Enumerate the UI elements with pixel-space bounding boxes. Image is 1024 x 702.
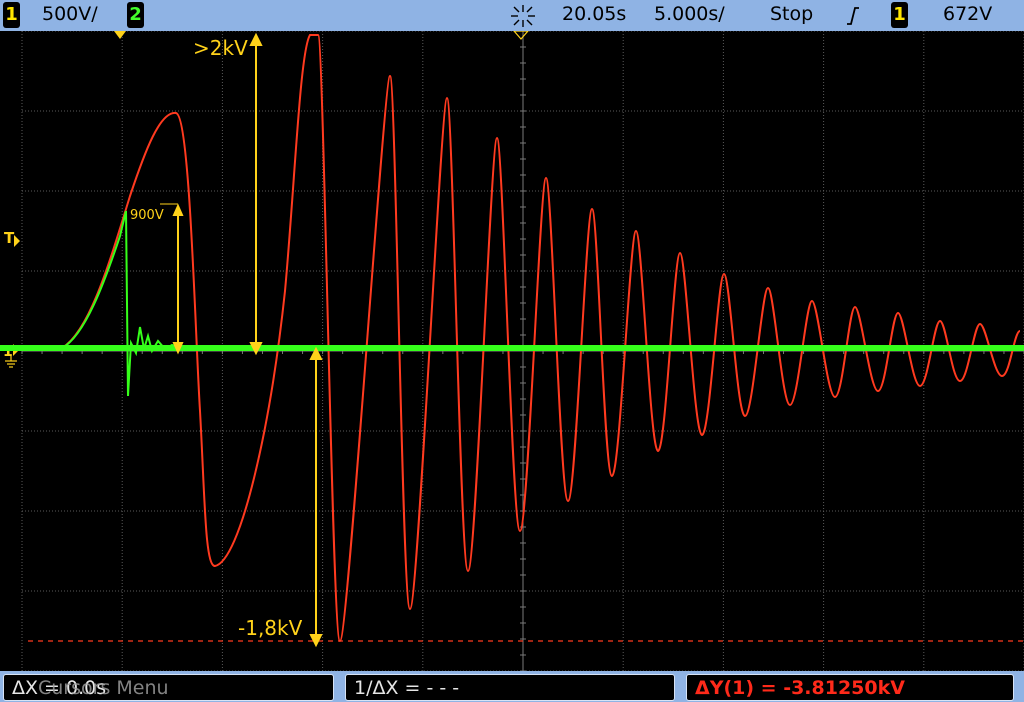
waveform-display[interactable]: T 1 >2kV 900V -1,8kV <box>0 30 1024 672</box>
annotation-bottom: -1,8kV <box>238 616 303 640</box>
trigger-arrow <box>14 235 20 247</box>
trigger-level-marker: T <box>4 229 15 247</box>
softkey-delta-y[interactable]: ΔY(1) = -3.81250kV <box>686 674 1014 701</box>
channel1-scale[interactable]: 500V/ <box>42 3 98 25</box>
time-scale[interactable]: 5.000s/ <box>654 3 725 25</box>
time-offset[interactable]: 20.05s <box>562 3 626 25</box>
softkey-bar: ΔX = 0.0s Cursors Menu 1/ΔX = - - - ΔY(1… <box>0 671 1024 702</box>
starburst-icon[interactable] <box>510 4 536 33</box>
run-state[interactable]: Stop <box>770 3 813 25</box>
rising-edge-icon[interactable] <box>846 5 860 32</box>
status-bar: 1 500V/ 2 20.05s 5.000s/ Stop 1 672V <box>0 0 1024 31</box>
annotation-top: >2kV <box>193 36 248 60</box>
softkey-inverse-delta-x[interactable]: 1/ΔX = - - - <box>345 674 675 701</box>
channel1-waveform <box>22 34 1021 643</box>
trigger-position-marker <box>114 31 126 39</box>
trigger-level[interactable]: 672V <box>943 3 992 25</box>
center-marker <box>512 30 530 40</box>
softkey-delta-x[interactable]: ΔX = 0.0s Cursors Menu <box>3 674 334 701</box>
channel2-button[interactable]: 2 <box>127 2 144 28</box>
annotation-900: 900V <box>130 208 164 223</box>
waveform-graticule: T 1 >2kV 900V -1,8kV <box>0 30 1024 672</box>
channel1-button[interactable]: 1 <box>3 2 20 28</box>
cursors-menu-label: Cursors Menu <box>38 677 169 699</box>
trigger-source[interactable]: 1 <box>891 2 908 28</box>
